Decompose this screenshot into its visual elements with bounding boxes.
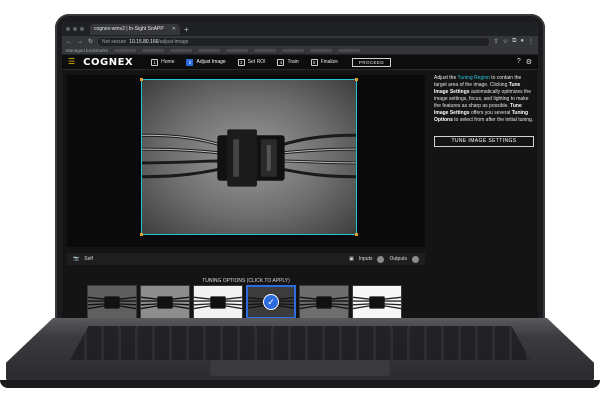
bookmark-item[interactable] bbox=[226, 49, 249, 52]
roi-handle[interactable] bbox=[140, 78, 143, 81]
bookmark-item[interactable] bbox=[282, 49, 305, 52]
checkmark-icon: ✓ bbox=[263, 294, 279, 310]
inputs-label: Inputs bbox=[358, 256, 373, 262]
star-icon[interactable]: ☆ bbox=[503, 38, 508, 45]
tuning-option-preview bbox=[300, 296, 348, 310]
instructions-panel: Adjust the Tuning Region to contain the … bbox=[434, 75, 534, 147]
connector-image bbox=[142, 129, 356, 187]
tuning-option[interactable]: ✓ bbox=[246, 285, 296, 318]
browser-tab[interactable]: cognex-wmv2 | In-Sight SnAPP ✕ bbox=[90, 23, 180, 35]
tuning-option[interactable] bbox=[140, 285, 190, 318]
laptop-screen: cognex-wmv2 | In-Sight SnAPP ✕ + ← → ↻ N… bbox=[62, 22, 538, 318]
step-number: 5 bbox=[310, 58, 318, 66]
step-navigation: 1 Home 2 Adjust Image 3 Set ROI 4 Train 5 Fin… bbox=[151, 58, 338, 66]
roi-handle[interactable] bbox=[140, 233, 143, 236]
bookmark-item[interactable] bbox=[198, 49, 221, 52]
inputs-toggle[interactable] bbox=[377, 255, 385, 263]
tune-image-settings-button[interactable]: TUNE IMAGE SETTINGS bbox=[434, 136, 534, 147]
step-label: Adjust Image bbox=[196, 59, 226, 65]
step-finalize[interactable]: 5 Finalize bbox=[310, 58, 338, 66]
profile-icon[interactable]: ● bbox=[520, 38, 524, 45]
viewer-footer: 📷 Self ▣ Inputs Outputs bbox=[67, 253, 425, 265]
proceed-button[interactable]: PROCEED bbox=[351, 57, 391, 67]
step-number: 4 bbox=[277, 58, 285, 66]
camera-icon[interactable]: 📷 bbox=[73, 256, 79, 262]
tuning-option[interactable] bbox=[352, 285, 402, 318]
hamburger-menu-icon[interactable]: ☰ bbox=[68, 58, 75, 66]
tab-close-icon[interactable]: ✕ bbox=[172, 26, 176, 32]
step-train[interactable]: 4 Train bbox=[277, 58, 299, 66]
window-controls bbox=[66, 27, 84, 31]
tuning-option-preview bbox=[353, 296, 401, 310]
reload-icon[interactable]: ↻ bbox=[88, 38, 93, 45]
step-set-roi[interactable]: 3 Set ROI bbox=[237, 58, 266, 66]
address-bar[interactable]: Not secure 10.15.80.166/adjust-image bbox=[98, 37, 489, 46]
step-adjust-image[interactable]: 2 Adjust Image bbox=[186, 58, 226, 66]
step-label: Train bbox=[287, 59, 299, 65]
tuning-option[interactable] bbox=[193, 285, 243, 318]
bookmarks-bar: Managed bookmarks bbox=[62, 47, 538, 55]
bookmark-item[interactable] bbox=[338, 49, 361, 52]
step-number: 2 bbox=[186, 58, 194, 66]
outputs-label: Outputs bbox=[389, 256, 407, 262]
laptop-base-edge bbox=[0, 380, 600, 388]
tuning-option[interactable] bbox=[87, 285, 137, 318]
tuning-option-preview bbox=[141, 296, 189, 310]
menu-icon[interactable]: ⋮ bbox=[528, 38, 534, 45]
roi-handle[interactable] bbox=[355, 233, 358, 236]
roi-handle[interactable] bbox=[355, 78, 358, 81]
insight-app: ☰ COGNEX 1 Home 2 Adjust Image 3 Set ROI 4T… bbox=[62, 55, 538, 318]
forward-icon[interactable]: → bbox=[77, 39, 83, 45]
extensions-icon[interactable]: ⧉ bbox=[512, 38, 516, 45]
toolbar-icons: ⇪ ☆ ⧉ ● ⋮ bbox=[494, 38, 534, 45]
tuning-region-link: Tuning Region bbox=[457, 75, 490, 81]
step-label: Set ROI bbox=[247, 59, 266, 65]
tuning-options-label: TUNING OPTIONS (CLICK TO APPLY) bbox=[202, 278, 290, 284]
laptop-keyboard bbox=[70, 326, 530, 360]
step-number: 1 bbox=[151, 58, 159, 66]
not-secure-label: Not secure bbox=[102, 38, 127, 45]
bookmark-item[interactable] bbox=[170, 49, 193, 52]
tuning-option-preview bbox=[88, 296, 136, 310]
step-label: Home bbox=[161, 59, 175, 65]
laptop-touchpad bbox=[210, 360, 390, 376]
tuning-region[interactable] bbox=[140, 78, 358, 236]
app-header: ☰ COGNEX 1 Home 2 Adjust Image 3 Set ROI 4T… bbox=[62, 55, 538, 70]
gear-icon[interactable]: ⚙ bbox=[526, 58, 532, 66]
outputs-toggle[interactable] bbox=[412, 255, 419, 263]
app-header-icons: ? ⚙ bbox=[517, 58, 532, 66]
browser-toolbar: ← → ↻ Not secure 10.15.80.166/adjust-ima… bbox=[62, 36, 538, 47]
bookmark-item[interactable] bbox=[254, 49, 277, 52]
io-icon[interactable]: ▣ bbox=[349, 256, 354, 262]
back-icon[interactable]: ← bbox=[66, 39, 72, 45]
bookmark-item[interactable] bbox=[114, 49, 137, 52]
tuning-options-strip: ✓ bbox=[87, 285, 402, 318]
bookmark-item[interactable] bbox=[142, 49, 165, 52]
browser-tab-bar: cognex-wmv2 | In-Sight SnAPP ✕ + bbox=[62, 22, 538, 36]
new-tab-button[interactable]: + bbox=[184, 25, 189, 34]
tab-title: cognex-wmv2 | In-Sight SnAPP bbox=[94, 26, 164, 32]
tuning-option-preview bbox=[194, 296, 242, 310]
step-number: 3 bbox=[237, 58, 245, 66]
step-home[interactable]: 1 Home bbox=[151, 58, 175, 66]
managed-bookmarks[interactable]: Managed bookmarks bbox=[66, 48, 108, 53]
bookmark-item[interactable] bbox=[310, 49, 333, 52]
step-label: Finalize bbox=[320, 59, 338, 65]
help-icon[interactable]: ? bbox=[517, 58, 521, 66]
share-icon[interactable]: ⇪ bbox=[494, 38, 499, 45]
instructions-text: Adjust the Tuning Region to contain the … bbox=[434, 75, 534, 123]
image-viewer bbox=[67, 75, 425, 247]
tuning-option[interactable] bbox=[299, 285, 349, 318]
url-path: /adjust-image bbox=[158, 38, 189, 45]
cognex-logo: COGNEX bbox=[83, 56, 134, 68]
self-label: Self bbox=[84, 256, 93, 262]
url-host: 10.15.80.166 bbox=[129, 38, 159, 45]
